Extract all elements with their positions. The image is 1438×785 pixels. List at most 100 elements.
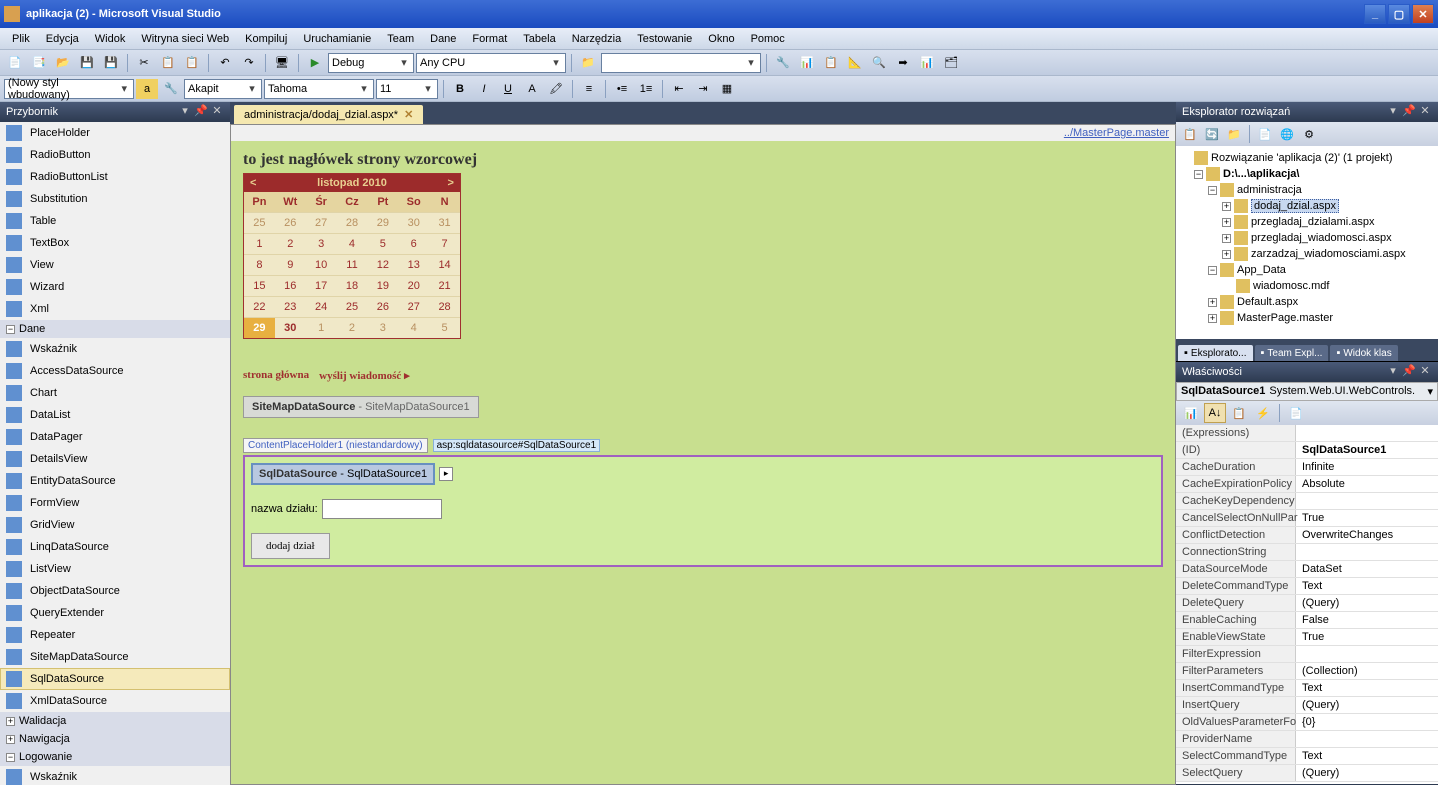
panel-close-icon[interactable]: ✕ <box>1418 105 1432 119</box>
alphabetical-icon[interactable]: A↓ <box>1204 403 1226 423</box>
menu-narzędzia[interactable]: Narzędzia <box>564 30 630 48</box>
panel-tab[interactable]: ▪Widok klas <box>1330 345 1397 361</box>
toolbox-category[interactable]: −Dane <box>0 320 230 338</box>
tree-node[interactable]: Rozwiązanie 'aplikacja (2)' (1 projekt) <box>1180 150 1434 166</box>
toolbox-item-formview[interactable]: FormView <box>0 492 230 514</box>
props-selector[interactable]: SqlDataSource1 System.Web.UI.WebControls… <box>1176 382 1438 401</box>
tool-btn-4[interactable]: 📐 <box>844 53 866 73</box>
cal-cell[interactable]: 22 <box>244 296 275 317</box>
properties-icon[interactable]: 📋 <box>1180 125 1200 143</box>
property-row[interactable]: (Expressions) <box>1176 425 1438 442</box>
property-row[interactable]: InsertCommandTypeText <box>1176 680 1438 697</box>
property-row[interactable]: ConflictDetectionOverwriteChanges <box>1176 527 1438 544</box>
panel-dropdown-icon[interactable]: ▾ <box>178 105 192 119</box>
toolbox-item-linqdatasource[interactable]: LinqDataSource <box>0 536 230 558</box>
sitemapdatasource-control[interactable]: SiteMapDataSource - SiteMapDataSource1 <box>243 396 479 418</box>
cal-cell[interactable]: 6 <box>398 233 429 254</box>
menu-format[interactable]: Format <box>464 30 515 48</box>
smart-tag-icon[interactable]: ▸ <box>439 467 453 481</box>
design-surface[interactable]: to jest nagłówek strony wzorcowej < list… <box>231 141 1175 784</box>
menu-plik[interactable]: Plik <box>4 30 38 48</box>
menu-edycja[interactable]: Edycja <box>38 30 87 48</box>
property-row[interactable]: FilterExpression <box>1176 646 1438 663</box>
toolbox-item-objectdatasource[interactable]: ObjectDataSource <box>0 580 230 602</box>
cal-cell[interactable]: 17 <box>306 275 337 296</box>
property-row[interactable]: ConnectionString <box>1176 544 1438 561</box>
undo-button[interactable]: ↶ <box>214 53 236 73</box>
menu-team[interactable]: Team <box>379 30 422 48</box>
cal-cell[interactable]: 27 <box>398 296 429 317</box>
toolbox-item-datapager[interactable]: DataPager <box>0 426 230 448</box>
menu-pomoc[interactable]: Pomoc <box>743 30 793 48</box>
property-row[interactable]: CacheDurationInfinite <box>1176 459 1438 476</box>
toolbox-item-queryextender[interactable]: QueryExtender <box>0 602 230 624</box>
toolbox-item-repeater[interactable]: Repeater <box>0 624 230 646</box>
toolbox-item-radiobutton[interactable]: RadioButton <box>0 144 230 166</box>
cal-cell[interactable]: 7 <box>429 233 460 254</box>
close-button[interactable]: ✕ <box>1412 4 1434 24</box>
sqldatasource-control[interactable]: SqlDataSource - SqlDataSource1 <box>251 463 435 485</box>
tree-node[interactable]: +MasterPage.master <box>1180 310 1434 326</box>
config-combo[interactable]: Debug▾ <box>328 53 414 73</box>
property-row[interactable]: DeleteQuery(Query) <box>1176 595 1438 612</box>
cal-cell[interactable]: 13 <box>398 254 429 275</box>
menu-okno[interactable]: Okno <box>700 30 742 48</box>
tool-btn-3[interactable]: 📋 <box>820 53 842 73</box>
forecolor-button[interactable]: A <box>521 79 543 99</box>
tree-node[interactable]: −administracja <box>1180 182 1434 198</box>
content-placeholder[interactable]: SqlDataSource - SqlDataSource1 ▸ nazwa d… <box>243 455 1163 567</box>
find-combo[interactable]: ▾ <box>601 53 761 73</box>
panel-tab[interactable]: ▪Team Expl... <box>1255 345 1329 361</box>
toolbox-category[interactable]: +Walidacja <box>0 712 230 730</box>
tree-node[interactable]: +przegladaj_wiadomosci.aspx <box>1180 230 1434 246</box>
cal-cell[interactable]: 20 <box>398 275 429 296</box>
cal-cell[interactable]: 11 <box>337 254 368 275</box>
cal-cell[interactable]: 26 <box>367 296 398 317</box>
indent-button[interactable]: ⇥ <box>692 79 714 99</box>
copy-site-icon[interactable]: 🌐 <box>1277 125 1297 143</box>
properties-grid[interactable]: (Expressions)(ID)SqlDataSource1CacheDura… <box>1176 425 1438 784</box>
bold-button[interactable]: B <box>449 79 471 99</box>
tool-btn-6[interactable]: ➡ <box>892 53 914 73</box>
toolbox-item-chart[interactable]: Chart <box>0 382 230 404</box>
toolbox-item-view[interactable]: View <box>0 254 230 276</box>
panel-dropdown-icon[interactable]: ▾ <box>1386 365 1400 379</box>
config-icon[interactable]: ⚙ <box>1299 125 1319 143</box>
tree-node[interactable]: +dodaj_dzial.aspx <box>1180 198 1434 214</box>
cph-label[interactable]: ContentPlaceHolder1 (niestandardowy) <box>243 438 428 453</box>
cal-cell[interactable]: 15 <box>244 275 275 296</box>
cal-cell[interactable]: 3 <box>367 317 398 338</box>
find-button[interactable]: 📁 <box>577 53 599 73</box>
cal-cell[interactable]: 4 <box>398 317 429 338</box>
toolbox-item-wskaźnik[interactable]: Wskaźnik <box>0 766 230 785</box>
property-row[interactable]: OldValuesParameterFo{0} <box>1176 714 1438 731</box>
save-button[interactable]: 💾 <box>76 53 98 73</box>
solution-tree[interactable]: Rozwiązanie 'aplikacja (2)' (1 projekt) −… <box>1176 146 1438 339</box>
pin-icon[interactable]: 📌 <box>194 105 208 119</box>
cal-cell[interactable]: 28 <box>429 296 460 317</box>
cal-cell[interactable]: 10 <box>306 254 337 275</box>
document-tab[interactable]: administracja/dodaj_dzial.aspx* ✕ <box>234 105 423 124</box>
cut-button[interactable]: ✂ <box>133 53 155 73</box>
tool-btn-7[interactable]: 📊 <box>916 53 938 73</box>
toolbox-item-detailsview[interactable]: DetailsView <box>0 448 230 470</box>
toolbox-item-listview[interactable]: ListView <box>0 558 230 580</box>
tree-node[interactable]: +zarzadzaj_wiadomosciami.aspx <box>1180 246 1434 262</box>
view-code-icon[interactable]: 📄 <box>1255 125 1275 143</box>
style-btn-1[interactable]: a <box>136 79 158 99</box>
cal-cell[interactable]: 2 <box>337 317 368 338</box>
style-combo[interactable]: (Nowy styl wbudowany)▾ <box>4 79 134 99</box>
cal-cell[interactable]: 21 <box>429 275 460 296</box>
menu-widok[interactable]: Widok <box>87 30 134 48</box>
panel-dropdown-icon[interactable]: ▾ <box>1386 105 1400 119</box>
property-row[interactable]: SelectCommandTypeText <box>1176 748 1438 765</box>
toolbox-category[interactable]: −Logowanie <box>0 748 230 766</box>
toolbox-item-sqldatasource[interactable]: SqlDataSource <box>0 668 230 690</box>
send-link[interactable]: wyślij wiadomość ▸ <box>319 369 409 382</box>
cal-cell[interactable]: 29 <box>244 317 275 338</box>
categorized-icon[interactable]: 📊 <box>1180 403 1202 423</box>
menu-witryna sieci web[interactable]: Witryna sieci Web <box>133 30 237 48</box>
minimize-button[interactable]: _ <box>1364 4 1386 24</box>
tab-close-icon[interactable]: ✕ <box>404 108 413 121</box>
font-combo[interactable]: Tahoma▾ <box>264 79 374 99</box>
